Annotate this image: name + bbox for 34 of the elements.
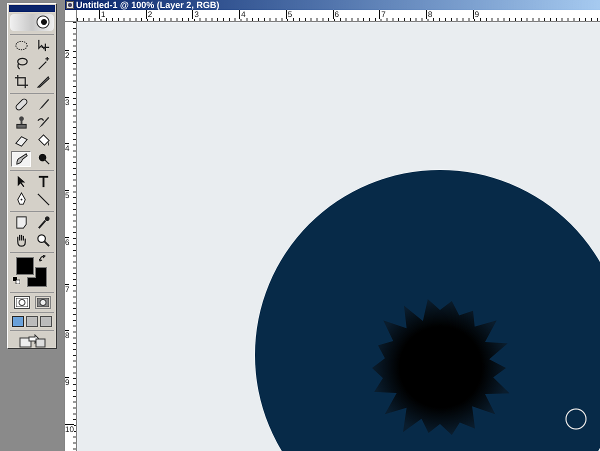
foreground-swatch[interactable] — [16, 256, 34, 275]
screen-mode-icon[interactable] — [40, 316, 52, 327]
finger-icon[interactable] — [11, 150, 31, 167]
ruler-number: 5 — [286, 10, 292, 19]
background-swatch[interactable] — [27, 266, 47, 287]
ruler-number: 9 — [472, 10, 480, 19]
palette-title-bar — [9, 5, 55, 12]
ruler-number: 6 — [65, 236, 70, 247]
feather-eye-logo[interactable] — [10, 14, 54, 31]
ruler-number: 2 — [65, 50, 70, 60]
ruler-number: 7 — [379, 10, 386, 19]
ruler-number: 8 — [426, 10, 432, 19]
brush-cursor-icon — [565, 408, 587, 430]
screen-mode-icon[interactable] — [26, 316, 38, 327]
jump-to-app-icon[interactable] — [18, 334, 46, 348]
standard-mode-icon[interactable] — [14, 296, 30, 309]
ruler-number: 7 — [65, 284, 70, 294]
ruler-number: 9 — [65, 376, 70, 387]
swap-arrow-icon[interactable] — [39, 254, 47, 263]
ruler-number: 2 — [146, 10, 152, 19]
ruler-number: 5 — [65, 190, 70, 200]
screen-mode-icon[interactable] — [12, 316, 24, 327]
ruler-number: 8 — [65, 330, 70, 340]
ruler-number: 1 — [99, 10, 106, 19]
document-icon — [66, 1, 74, 9]
ruler-number: 6 — [332, 10, 339, 19]
ruler-number: 3 — [192, 10, 199, 19]
ruler-number: 4 — [65, 143, 70, 154]
ruler-number: 4 — [239, 10, 246, 19]
ruler-number: 10 — [65, 424, 74, 434]
default-colors-icon[interactable] — [13, 276, 20, 284]
mask-mode-icon[interactable] — [34, 296, 50, 309]
document-title: Untitled-1 @ 100% (Layer 2, RGB) — [76, 0, 220, 10]
ruler-number: 3 — [65, 96, 70, 107]
